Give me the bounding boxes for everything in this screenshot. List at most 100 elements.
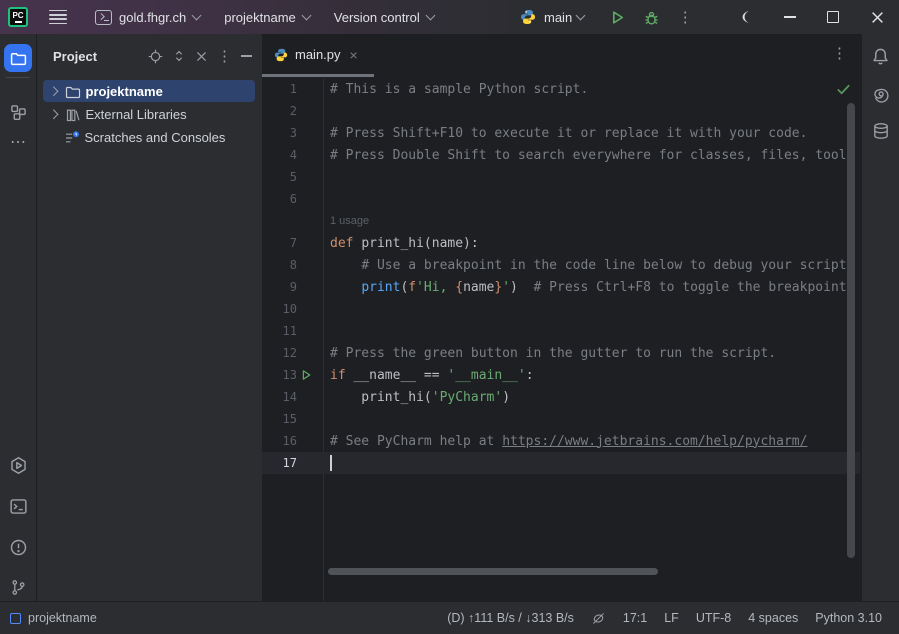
horizontal-scrollbar[interactable] <box>328 568 658 575</box>
usage-inlay-label: 1 usage <box>262 215 369 227</box>
code-line-9[interactable]: 9 print(f'Hi, {name}') # Press Ctrl+F8 t… <box>262 276 860 298</box>
ellipsis-icon: ⋯ <box>10 132 26 152</box>
more-tool-windows-button[interactable]: ⋯ <box>0 132 36 152</box>
hide-panel-icon[interactable] <box>241 55 252 57</box>
locate-file-icon[interactable] <box>148 49 163 64</box>
tree-item-label: projektname <box>86 84 163 99</box>
line-number[interactable]: 6 <box>262 192 323 206</box>
line-number[interactable]: 3 <box>262 126 323 140</box>
debug-button[interactable] <box>638 4 664 30</box>
main-menu-burger-icon[interactable] <box>45 6 71 29</box>
run-button[interactable] <box>604 4 630 30</box>
code-line-4[interactable]: 4# Press Double Shift to search everywhe… <box>262 144 860 166</box>
line-number[interactable]: 7 <box>262 236 323 250</box>
line-number[interactable]: 2 <box>262 104 323 118</box>
line-number[interactable]: 9 <box>262 280 323 294</box>
line-number[interactable]: 12 <box>262 346 323 360</box>
code-line-14[interactable]: 14 print_hi('PyCharm') <box>262 386 860 408</box>
code-line-7[interactable]: 7def print_hi(name): <box>262 232 860 254</box>
structure-tool-window-button[interactable] <box>0 104 36 121</box>
tab-main-py[interactable]: main.py × <box>262 34 370 75</box>
tab-close-icon[interactable]: × <box>350 47 358 63</box>
chevron-down-icon <box>301 10 311 20</box>
git-tool-window-button[interactable] <box>10 579 27 596</box>
run-configuration-selector[interactable]: main <box>544 10 584 25</box>
code-line-17[interactable]: 17 <box>262 452 860 474</box>
status-interpreter[interactable]: Python 3.10 <box>815 611 882 625</box>
terminal-tool-window-button[interactable] <box>9 497 28 516</box>
code-line-6[interactable]: 6 <box>262 188 860 210</box>
code-line-2[interactable]: 2 <box>262 100 860 122</box>
left-tool-stripe: ⋯ <box>0 34 37 602</box>
line-number[interactable]: 10 <box>262 302 323 316</box>
status-line-ending[interactable]: LF <box>664 611 679 625</box>
code-editor[interactable]: 1# This is a sample Python script. 2 3# Pr… <box>262 78 860 474</box>
status-encoding[interactable]: UTF-8 <box>696 611 731 625</box>
tree-item-external-libraries[interactable]: External Libraries <box>37 103 262 126</box>
line-number[interactable]: 15 <box>262 412 323 426</box>
code-line-16[interactable]: 16# See PyCharm help at https://www.jetb… <box>262 430 860 452</box>
remote-host-selector[interactable]: gold.fhgr.ch <box>95 10 200 25</box>
project-selector[interactable]: projektname <box>224 10 310 25</box>
tree-item-scratches-and-consoles[interactable]: Scratches and Consoles <box>37 126 262 149</box>
vcs-menu[interactable]: Version control <box>334 10 434 25</box>
vertical-scrollbar[interactable] <box>847 103 855 558</box>
usage-inlay-hint[interactable]: 1 usage <box>262 210 860 232</box>
line-number[interactable]: 1 <box>262 82 323 96</box>
collapse-all-icon[interactable] <box>195 50 208 63</box>
line-number[interactable]: 16 <box>262 434 323 448</box>
editor-area: main.py × ⋮ 1# This is a sample Python s… <box>262 34 860 602</box>
close-button[interactable] <box>855 0 899 34</box>
line-number[interactable]: 4 <box>262 148 323 162</box>
code-line-text <box>323 455 860 472</box>
status-widgets: (D) ↑111 B/s / ↓313 B/s 17:1 LF UTF-8 4 spac… <box>447 611 899 626</box>
active-tab-indicator <box>262 74 374 77</box>
code-line-10[interactable]: 10 <box>262 298 860 320</box>
code-line-11[interactable]: 11 <box>262 320 860 342</box>
services-tool-window-button[interactable] <box>9 456 28 475</box>
editor-options-icon[interactable]: ⋮ <box>832 44 847 62</box>
minimize-button[interactable] <box>768 0 812 34</box>
line-number[interactable]: 17 <box>262 456 323 470</box>
project-tree: projektname External LibrariesScratches a… <box>37 80 262 149</box>
maximize-button[interactable] <box>812 0 856 34</box>
run-line-gutter-icon[interactable] <box>300 369 312 381</box>
code-line-8[interactable]: 8 # Use a breakpoint in the code line be… <box>262 254 860 276</box>
chevron-right-icon[interactable] <box>49 110 58 119</box>
more-actions-button[interactable]: ⋮ <box>672 4 698 30</box>
status-project-name: projektname <box>28 611 97 625</box>
code-line-13[interactable]: 13if __name__ == '__main__': <box>262 364 860 386</box>
database-icon[interactable] <box>872 122 890 140</box>
code-line-5[interactable]: 5 <box>262 166 860 188</box>
code-line-12[interactable]: 12# Press the green button in the gutter… <box>262 342 860 364</box>
status-caret-position[interactable]: 17:1 <box>623 611 647 625</box>
status-network-speed[interactable]: (D) ↑111 B/s / ↓313 B/s <box>447 611 574 625</box>
problems-tool-window-button[interactable] <box>9 538 28 557</box>
code-line-text: def print_hi(name): <box>323 236 860 251</box>
project-tool-window-button[interactable] <box>4 44 32 72</box>
line-number[interactable]: 13 <box>262 368 323 382</box>
tree-item-projektname[interactable]: projektname <box>37 80 262 103</box>
notifications-bell-icon[interactable] <box>871 47 890 66</box>
code-line-3[interactable]: 3# Press Shift+F10 to execute it or repl… <box>262 122 860 144</box>
line-number[interactable]: 11 <box>262 324 323 338</box>
status-indent[interactable]: 4 spaces <box>748 611 798 625</box>
line-number[interactable]: 5 <box>262 170 323 184</box>
main-toolbar: PC gold.fhgr.ch projektname Version cont… <box>0 0 899 34</box>
chevron-spacer <box>49 134 57 142</box>
inspections-ok-icon[interactable] <box>836 82 851 97</box>
code-line-15[interactable]: 15 <box>262 408 860 430</box>
crescent-icon-button[interactable] <box>724 0 768 34</box>
status-project-widget[interactable]: projektname <box>10 611 97 625</box>
line-number[interactable]: 14 <box>262 390 323 404</box>
highlighting-off-icon[interactable] <box>591 611 606 626</box>
code-line-1[interactable]: 1# This is a sample Python script. <box>262 78 860 100</box>
help-link[interactable]: https://www.jetbrains.com/help/pycharm/ <box>502 434 807 449</box>
pycharm-window: PC gold.fhgr.ch projektname Version cont… <box>0 0 899 634</box>
status-bar: projektname (D) ↑111 B/s / ↓313 B/s 17:1 L… <box>0 601 899 634</box>
line-number[interactable]: 8 <box>262 258 323 272</box>
ai-assistant-icon[interactable] <box>872 85 890 103</box>
right-tool-stripe <box>861 34 899 602</box>
panel-options-icon[interactable]: ⋮ <box>217 47 232 65</box>
expand-all-icon[interactable] <box>172 49 186 63</box>
